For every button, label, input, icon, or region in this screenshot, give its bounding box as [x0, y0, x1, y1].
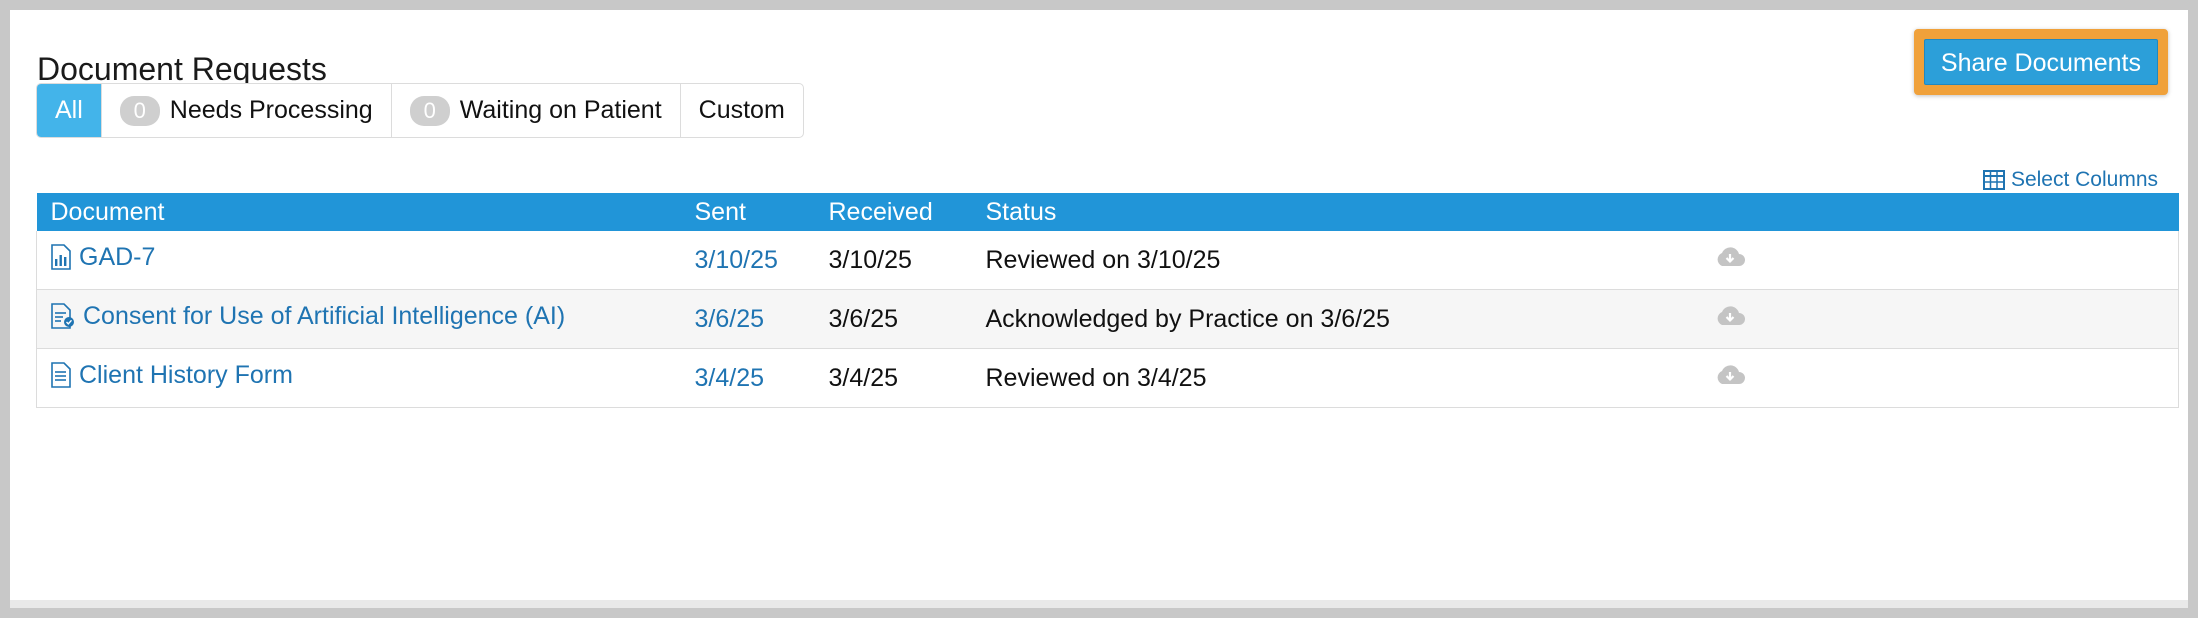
form-document-icon — [51, 362, 71, 389]
sent-date-link[interactable]: 3/4/25 — [695, 364, 765, 392]
received-cell: 3/6/25 — [814, 289, 972, 349]
document-requests-panel: Document Requests Share Documents All 0 … — [10, 10, 2188, 608]
filter-label: Waiting on Patient — [459, 96, 662, 124]
download-cloud-icon[interactable] — [1714, 246, 1746, 275]
sent-cell: 3/6/25 — [680, 289, 815, 349]
table-row: GAD-7 3/10/25 3/10/25 Reviewed on 3/10/2… — [36, 231, 2179, 290]
filter-custom[interactable]: Custom — [681, 84, 803, 137]
actions-cell — [1665, 348, 2179, 408]
chart-document-icon — [51, 244, 71, 271]
table-header-row: Document Sent Received Status — [36, 193, 2179, 231]
share-documents-button[interactable]: Share Documents — [1923, 39, 2158, 85]
sent-cell: 3/4/25 — [680, 348, 815, 408]
download-cloud-icon[interactable] — [1714, 364, 1746, 393]
filter-all[interactable]: All — [37, 84, 102, 137]
consent-document-icon — [51, 303, 74, 330]
document-name: Consent for Use of Artificial Intelligen… — [83, 301, 566, 330]
column-header-document[interactable]: Document — [36, 193, 681, 231]
document-link[interactable]: Consent for Use of Artificial Intelligen… — [51, 302, 565, 331]
filter-waiting-on-patient[interactable]: 0 Waiting on Patient — [392, 84, 681, 137]
status-cell: Acknowledged by Practice on 3/6/25 — [971, 289, 1666, 349]
sent-date-link[interactable]: 3/6/25 — [695, 305, 765, 333]
table-row: Client History Form 3/4/25 3/4/25 Review… — [36, 348, 2179, 408]
filter-label: Needs Processing — [169, 96, 373, 124]
received-cell: 3/4/25 — [814, 348, 972, 408]
filter-label: Custom — [698, 96, 785, 124]
document-name: GAD-7 — [79, 242, 156, 271]
documents-table: Document Sent Received Status GAD-7 3/10… — [36, 193, 2179, 408]
document-cell: Client History Form — [36, 348, 681, 408]
filter-label: All — [55, 96, 83, 124]
document-link[interactable]: GAD-7 — [51, 243, 155, 272]
download-cloud-icon[interactable] — [1714, 305, 1746, 334]
column-header-received[interactable]: Received — [814, 193, 972, 231]
column-header-status[interactable]: Status — [971, 193, 1666, 231]
panel-bottom-divider — [10, 600, 2188, 608]
select-columns-label: Select Columns — [2010, 168, 2158, 191]
document-cell: GAD-7 — [36, 231, 681, 290]
document-cell: Consent for Use of Artificial Intelligen… — [36, 289, 681, 349]
status-filter-tabs: All 0 Needs Processing 0 Waiting on Pati… — [36, 83, 804, 138]
actions-cell — [1665, 231, 2179, 290]
filter-needs-processing[interactable]: 0 Needs Processing — [102, 84, 392, 137]
document-name: Client History Form — [79, 360, 293, 389]
count-badge: 0 — [409, 95, 450, 126]
column-header-actions — [1665, 193, 2179, 231]
table-grid-icon — [1982, 170, 2005, 190]
count-badge: 0 — [119, 95, 160, 126]
column-header-sent[interactable]: Sent — [680, 193, 815, 231]
status-cell: Reviewed on 3/4/25 — [971, 348, 1666, 408]
table-row: Consent for Use of Artificial Intelligen… — [36, 289, 2179, 349]
actions-cell — [1665, 289, 2179, 349]
sent-cell: 3/10/25 — [680, 231, 815, 290]
status-cell: Reviewed on 3/10/25 — [971, 231, 1666, 290]
sent-date-link[interactable]: 3/10/25 — [695, 246, 778, 274]
document-link[interactable]: Client History Form — [51, 361, 293, 390]
select-columns-link[interactable]: Select Columns — [1982, 168, 2158, 192]
received-cell: 3/10/25 — [814, 231, 972, 290]
share-documents-highlight: Share Documents — [1913, 29, 2168, 95]
